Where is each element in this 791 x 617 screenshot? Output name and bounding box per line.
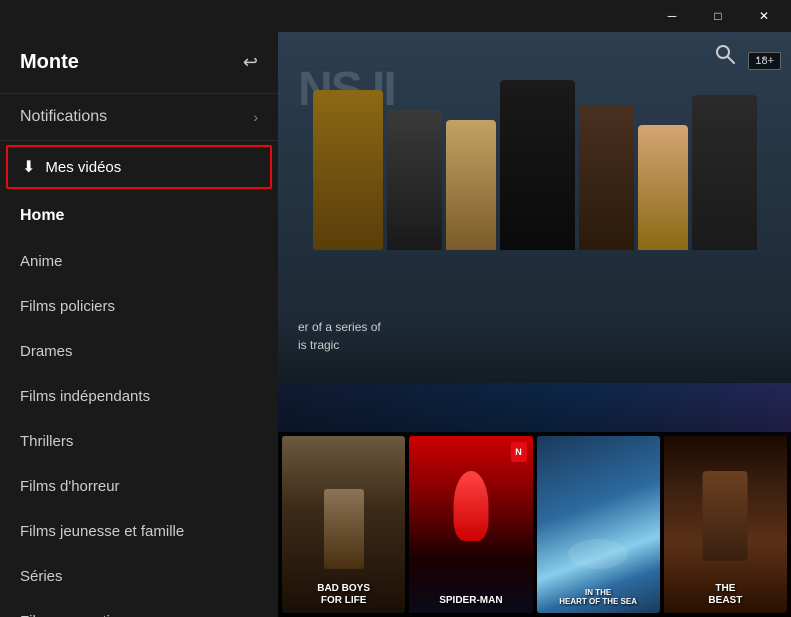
sidebar-title: Monte <box>20 51 79 74</box>
thumbnails-row: BAD BOYS FOR LIFE N SPIDER-MAN IN THE HE… <box>278 432 791 617</box>
back-icon[interactable]: ↩ <box>243 52 258 73</box>
sidebar-header: Monte ↩ <box>0 32 278 94</box>
thumbnail-beast[interactable]: THE BEAST <box>664 436 787 613</box>
top-bar: ··· <box>699 32 791 82</box>
character-figure <box>313 90 383 250</box>
films-policiers-label: Films policiers <box>20 298 115 315</box>
download-icon: ⬇ <box>22 157 35 177</box>
thrillers-label: Thrillers <box>20 433 73 450</box>
character-figure <box>446 120 496 250</box>
notifications-label: Notifications <box>20 108 107 126</box>
sidebar-item-drames[interactable]: Drames <box>0 329 278 374</box>
character-figure <box>387 110 442 250</box>
sidebar-item-films-independants[interactable]: Films indépendants <box>0 374 278 419</box>
sidebar: Monte ↩ Notifications › ⬇ Mes vidéos Hom… <box>0 32 278 617</box>
anime-label: Anime <box>20 253 63 270</box>
hero-section: ··· NS II er of a series of is tragi <box>278 32 791 617</box>
sidebar-item-films-policiers[interactable]: Films policiers <box>0 284 278 329</box>
sidebar-item-films-horreur[interactable]: Films d'horreur <box>0 464 278 509</box>
hero-line2: is tragic <box>298 338 339 352</box>
character-figure <box>638 125 688 250</box>
close-button[interactable]: ✕ <box>741 0 787 32</box>
chevron-right-icon: › <box>253 109 258 125</box>
films-horreur-label: Films d'horreur <box>20 478 120 495</box>
thumbnail-beast-label: THE BEAST <box>664 583 787 607</box>
sidebar-item-home[interactable]: Home <box>0 193 278 239</box>
series-label: Séries <box>20 568 63 585</box>
thumbnail-spiderman[interactable]: N SPIDER-MAN <box>409 436 532 613</box>
search-icon[interactable] <box>715 44 735 70</box>
home-label: Home <box>20 207 64 225</box>
character-figure <box>692 95 757 250</box>
character-figure <box>579 105 634 250</box>
sidebar-item-thrillers[interactable]: Thrillers <box>0 419 278 464</box>
content-area: ··· NS II er of a series of is tragi <box>278 32 791 617</box>
films-romantiques-label: Films romantiques <box>20 613 143 617</box>
hero-line1: er of a series of <box>298 320 381 334</box>
sidebar-item-notifications[interactable]: Notifications › <box>0 94 278 141</box>
sidebar-item-films-romantiques[interactable]: Films romantiques <box>0 599 278 617</box>
hero-subtitle: er of a series of is tragic <box>298 318 381 354</box>
sidebar-item-series[interactable]: Séries <box>0 554 278 599</box>
thumbnail-heartofthesea[interactable]: IN THE HEART OF THE SEA <box>537 436 660 613</box>
title-bar: ─ □ ✕ <box>0 0 791 32</box>
thumbnail-badboys-label: BAD BOYS FOR LIFE <box>282 583 405 607</box>
maximize-button[interactable]: □ <box>695 0 741 32</box>
netflix-badge: N <box>511 442 527 462</box>
films-independants-label: Films indépendants <box>20 388 150 405</box>
sidebar-item-my-videos[interactable]: ⬇ Mes vidéos <box>6 145 272 189</box>
app-container: Monte ↩ Notifications › ⬇ Mes vidéos Hom… <box>0 32 791 617</box>
thumbnail-heartofthesea-label: IN THE HEART OF THE SEA <box>537 588 660 607</box>
character-figure <box>500 80 575 250</box>
minimize-button[interactable]: ─ <box>649 0 695 32</box>
drames-label: Drames <box>20 343 73 360</box>
thumbnail-badboys[interactable]: BAD BOYS FOR LIFE <box>282 436 405 613</box>
films-jeunesse-label: Films jeunesse et famille <box>20 523 184 540</box>
sidebar-item-films-jeunesse[interactable]: Films jeunesse et famille <box>0 509 278 554</box>
thumbnail-spiderman-label: SPIDER-MAN <box>409 595 532 607</box>
my-videos-label: Mes vidéos <box>45 159 121 176</box>
sidebar-nav: Notifications › ⬇ Mes vidéos Home Anime … <box>0 94 278 617</box>
sidebar-item-anime[interactable]: Anime <box>0 239 278 284</box>
title-bar-controls: ─ □ ✕ <box>649 0 787 32</box>
more-options-icon[interactable]: ··· <box>755 49 775 65</box>
